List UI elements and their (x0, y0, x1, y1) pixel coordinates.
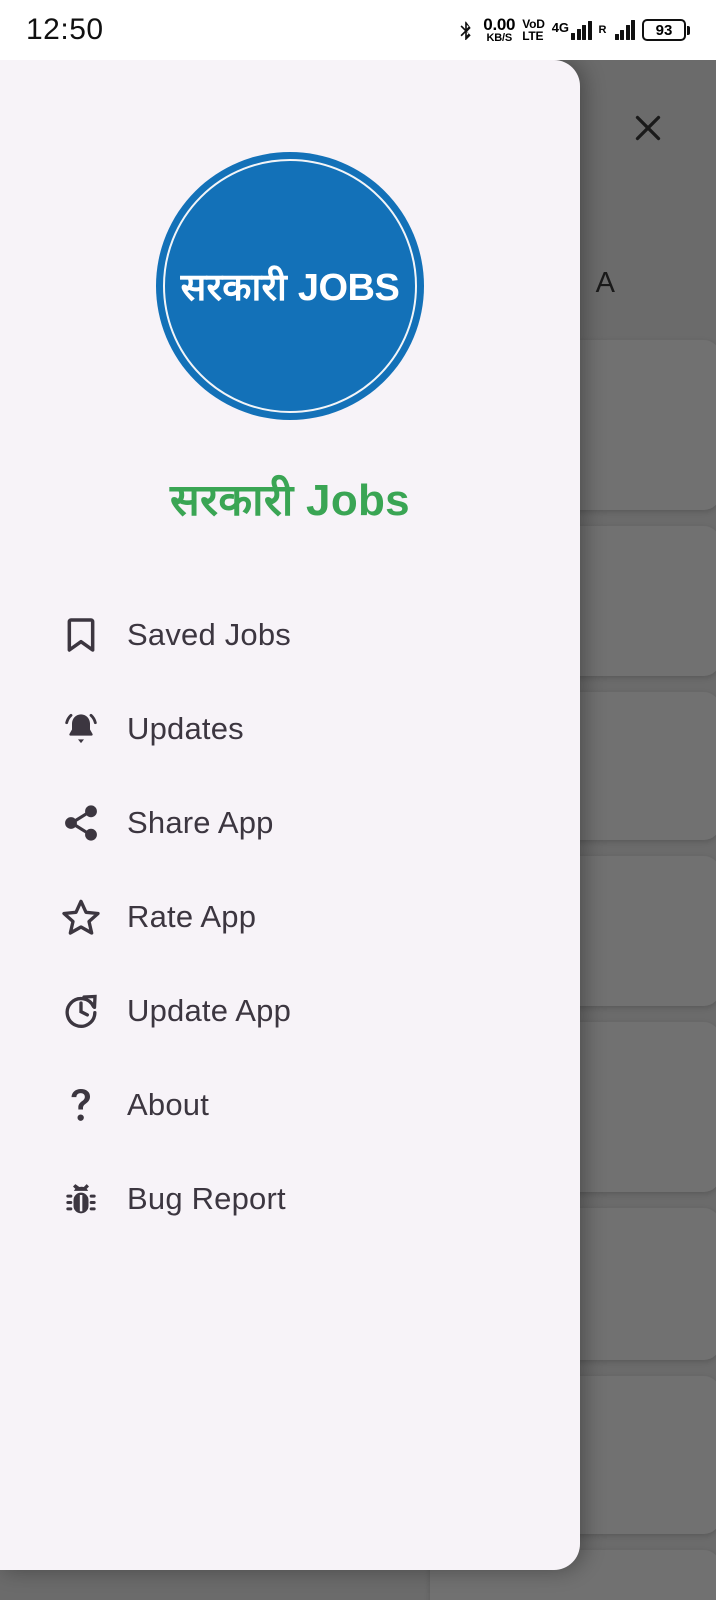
battery-tip (687, 25, 690, 35)
drawer-menu: Saved Jobs Updates Share App Rate App Update… (0, 588, 580, 1246)
bug-icon (58, 1176, 104, 1222)
app-logo-text-hindi: सरकारी (180, 267, 288, 309)
drawer-item-about[interactable]: About (0, 1058, 580, 1152)
volte-label-bottom: LTE (522, 29, 544, 43)
bluetooth-icon (456, 17, 476, 43)
background-tab-1[interactable]: A (596, 267, 615, 300)
share-icon (58, 800, 104, 846)
drawer-item-label: Bug Report (127, 1181, 286, 1216)
history-refresh-icon (58, 988, 104, 1034)
close-icon[interactable] (622, 102, 674, 154)
drawer-item-saved-jobs[interactable]: Saved Jobs (0, 588, 580, 682)
status-bar-clock: 12:50 (26, 13, 104, 46)
drawer-item-label: Update App (127, 993, 292, 1028)
app-logo: सरकारी JOBS (156, 152, 424, 420)
app-logo-text: सरकारी JOBS (181, 260, 400, 312)
status-bar: 12:50 0.00 KB/S VoD LTE 4G R 93 (0, 0, 716, 60)
drawer-item-rate-app[interactable]: Rate App (0, 870, 580, 964)
bell-icon (58, 706, 104, 752)
network-speed-indicator: 0.00 KB/S (483, 16, 515, 44)
network-speed-value: 0.00 (483, 15, 516, 34)
drawer-item-label: Updates (127, 711, 244, 746)
drawer-item-label: About (127, 1087, 210, 1122)
status-bar-icons: 0.00 KB/S VoD LTE 4G R 93 (456, 16, 690, 44)
drawer-item-label: Saved Jobs (127, 617, 291, 652)
mobile-network-type-icon: 4G (552, 20, 592, 40)
drawer-item-label: Rate App (127, 899, 257, 934)
drawer-item-updates[interactable]: Updates (0, 682, 580, 776)
drawer-item-update-app[interactable]: Update App (0, 964, 580, 1058)
bookmark-icon (58, 612, 104, 658)
drawer-item-label: Share App (127, 805, 274, 840)
app-logo-text-english: JOBS (297, 267, 400, 309)
app-logo-container: सरकारी JOBS (0, 152, 580, 420)
question-mark-icon (58, 1082, 104, 1128)
battery-indicator: 93 (642, 19, 690, 41)
network-speed-unit: KB/S (486, 32, 513, 44)
star-icon (58, 894, 104, 940)
navigation-drawer: सरकारी JOBS सरकारी Jobs Saved Jobs Update… (0, 60, 580, 1570)
signal-bars-sim1 (571, 20, 592, 40)
drawer-item-share-app[interactable]: Share App (0, 776, 580, 870)
network-type-label: 4G (551, 20, 570, 35)
drawer-item-bug-report[interactable]: Bug Report (0, 1152, 580, 1246)
volte-icon: VoD LTE (522, 18, 545, 42)
signal-bars-sim2 (614, 20, 635, 40)
app-title: सरकारी Jobs (170, 476, 410, 525)
battery-percent-label: 93 (642, 19, 686, 41)
roaming-indicator: R (598, 24, 607, 36)
